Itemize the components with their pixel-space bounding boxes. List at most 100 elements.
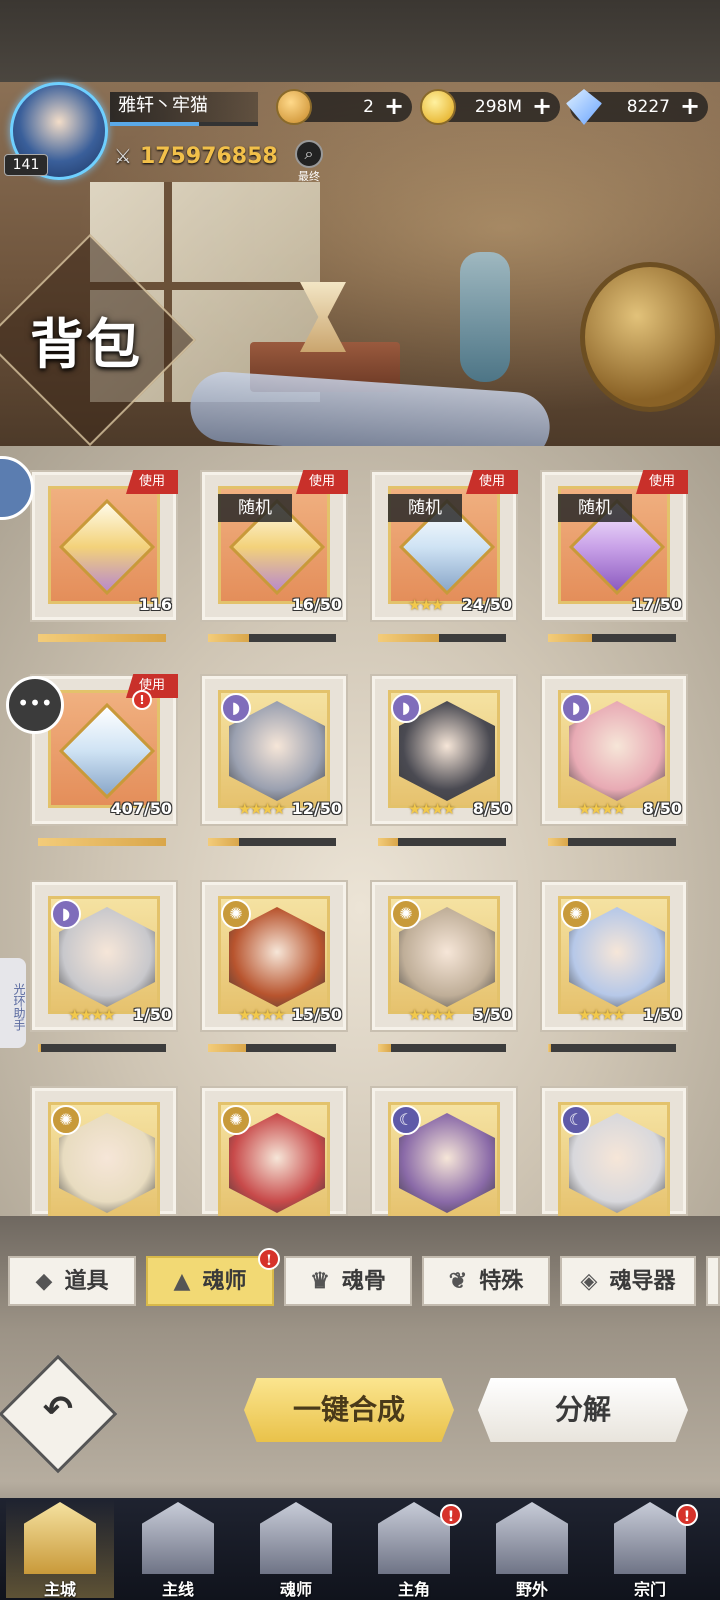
nav-item[interactable]: 主城 [6, 1500, 114, 1599]
hero-card-art: ◗ [558, 690, 670, 808]
star-rating: ★★★★ [578, 800, 626, 818]
fragment-progress-bar [38, 1044, 166, 1052]
sun-element-icon: ✺ [391, 899, 421, 929]
inventory-slot[interactable]: ✺ [30, 1086, 178, 1220]
compose-all-button[interactable]: 一键合成 [244, 1378, 454, 1442]
player-avatar-group[interactable]: 141 [4, 82, 110, 182]
inventory-slot[interactable]: ✺ [200, 1086, 348, 1220]
inventory-slot[interactable]: ◗ ★★★★ 1/50 [30, 880, 178, 1032]
crossed-swords-icon: ⚔ [114, 144, 132, 168]
item-count: 5/50 [472, 1005, 512, 1024]
nav-item[interactable]: 宗门! [596, 1500, 704, 1599]
soul-master-book-icon [260, 1502, 332, 1574]
tab-items[interactable]: ◆ 道具 [8, 1256, 136, 1306]
halo-helper-button[interactable]: 光环助手 [0, 958, 26, 1048]
decompose-button[interactable]: 分解 [478, 1378, 688, 1442]
combat-power: ⚔ 175976858 [114, 140, 278, 172]
sun-element-icon: ✺ [51, 1105, 81, 1135]
item-count: 1/50 [132, 1005, 172, 1024]
fragment-progress-bar [378, 1044, 506, 1052]
use-button[interactable]: 使用 [126, 470, 178, 494]
banner-bottle [460, 252, 510, 382]
token-coin-icon [276, 89, 312, 125]
box-icon: ◆ [35, 1268, 53, 1294]
inventory-slot[interactable]: ✺ ★★★★ 1/50 [540, 880, 688, 1032]
inventory-slot[interactable]: ✺ ★★★★ 15/50 [200, 880, 348, 1032]
item-count: 24/50 [461, 595, 512, 614]
token-amount: 2 [363, 97, 374, 117]
hero-card-art: ☾ [558, 1102, 670, 1220]
star-rating: ★★★★ [68, 1006, 116, 1024]
item-count: 12/50 [291, 799, 342, 818]
hero-card-art: ◗ [388, 690, 500, 808]
inventory-slot[interactable]: ◗ ★★★★ 8/50 [540, 674, 688, 826]
alert-badge: ! [676, 1504, 698, 1526]
fragment-progress-bar [208, 838, 336, 846]
tab-label: 道具 [64, 1268, 109, 1294]
item-count: 116 [138, 595, 172, 614]
use-button[interactable]: 使用 [636, 470, 688, 494]
void-element-icon: ◗ [561, 693, 591, 723]
moon-element-icon: ☾ [561, 1105, 591, 1135]
nav-label: 宗门 [633, 1580, 666, 1599]
inventory-slot[interactable]: ✺ ★★★★ 5/50 [370, 880, 518, 1032]
hero-card-art: ✺ [48, 1102, 160, 1220]
nav-item[interactable]: 野外 [478, 1500, 586, 1599]
star-rating: ★★★★ [238, 1006, 286, 1024]
add-gold-button[interactable]: + [530, 94, 554, 119]
star-rating: ★★★★ [408, 800, 456, 818]
inventory-slot[interactable]: ◗ ★★★★ 12/50 [200, 674, 348, 826]
nav-item[interactable]: 魂师 [242, 1500, 350, 1599]
chat-button[interactable]: ••• [6, 676, 64, 734]
final-button[interactable]: ⌕ 最终 [292, 140, 326, 183]
search-icon: ⌕ [295, 140, 323, 168]
tab-label: 魂导器 [609, 1268, 676, 1294]
moon-element-icon: ☾ [391, 1105, 421, 1135]
inventory-slot[interactable]: 使用 116 [30, 470, 178, 622]
hero-card-art: ✺ [218, 1102, 330, 1220]
page-title: 背包 [30, 312, 142, 376]
tab-special[interactable]: ❦ 特殊 [422, 1256, 550, 1306]
add-diamond-button[interactable]: + [678, 94, 702, 119]
top-strip [0, 0, 720, 82]
diamond-amount: 8227 [626, 97, 670, 117]
item-count: 15/50 [291, 1005, 342, 1024]
alert-icon: ! [132, 690, 152, 710]
void-element-icon: ◗ [221, 693, 251, 723]
inventory-slot[interactable]: 使用 随机 17/50 [540, 470, 688, 622]
nav-item[interactable]: 主线 [124, 1500, 232, 1599]
inventory-slot[interactable]: 使用 随机 ★★★ 24/50 [370, 470, 518, 622]
soul-bone-icon: ♛ [310, 1268, 330, 1294]
star-rating: ★★★★ [408, 1006, 456, 1024]
fragment-progress-bar [38, 838, 166, 846]
use-button[interactable]: 使用 [296, 470, 348, 494]
star-rating: ★★★★ [578, 1006, 626, 1024]
tab-more[interactable] [706, 1256, 720, 1306]
tab-soul-device[interactable]: ◈ 魂导器 [560, 1256, 696, 1306]
final-label: 最终 [298, 170, 320, 183]
star-rating: ★★★★ [238, 800, 286, 818]
inventory-slot[interactable]: 使用 随机 16/50 [200, 470, 348, 622]
tab-soul-master[interactable]: ▲ 魂师 ! [146, 1248, 280, 1306]
use-button[interactable]: 使用 [466, 470, 518, 494]
inventory-slot[interactable]: ☾ [540, 1086, 688, 1220]
alert-badge: ! [440, 1504, 462, 1526]
add-token-button[interactable]: + [382, 94, 406, 119]
tab-soul-bone[interactable]: ♛ 魂骨 [284, 1256, 412, 1306]
sun-element-icon: ✺ [221, 1105, 251, 1135]
currency-gold: 298M + [420, 89, 560, 125]
nav-item[interactable]: 主角! [360, 1500, 468, 1599]
nav-label: 主角 [397, 1580, 430, 1599]
inventory-slot[interactable]: ◗ ★★★★ 8/50 [370, 674, 518, 826]
castle-icon [24, 1502, 96, 1574]
fragment-progress-bar [548, 634, 676, 642]
sun-element-icon: ✺ [221, 899, 251, 929]
fragment-progress-bar [208, 1044, 336, 1052]
tab-label: 特殊 [479, 1268, 524, 1294]
soul-master-icon: ▲ [173, 1268, 191, 1294]
gold-amount: 298M [474, 97, 522, 117]
soul-crystal-icon [58, 702, 156, 800]
void-element-icon: ◗ [391, 693, 421, 723]
exp-bar [110, 122, 258, 126]
inventory-slot[interactable]: ☾ [370, 1086, 518, 1220]
